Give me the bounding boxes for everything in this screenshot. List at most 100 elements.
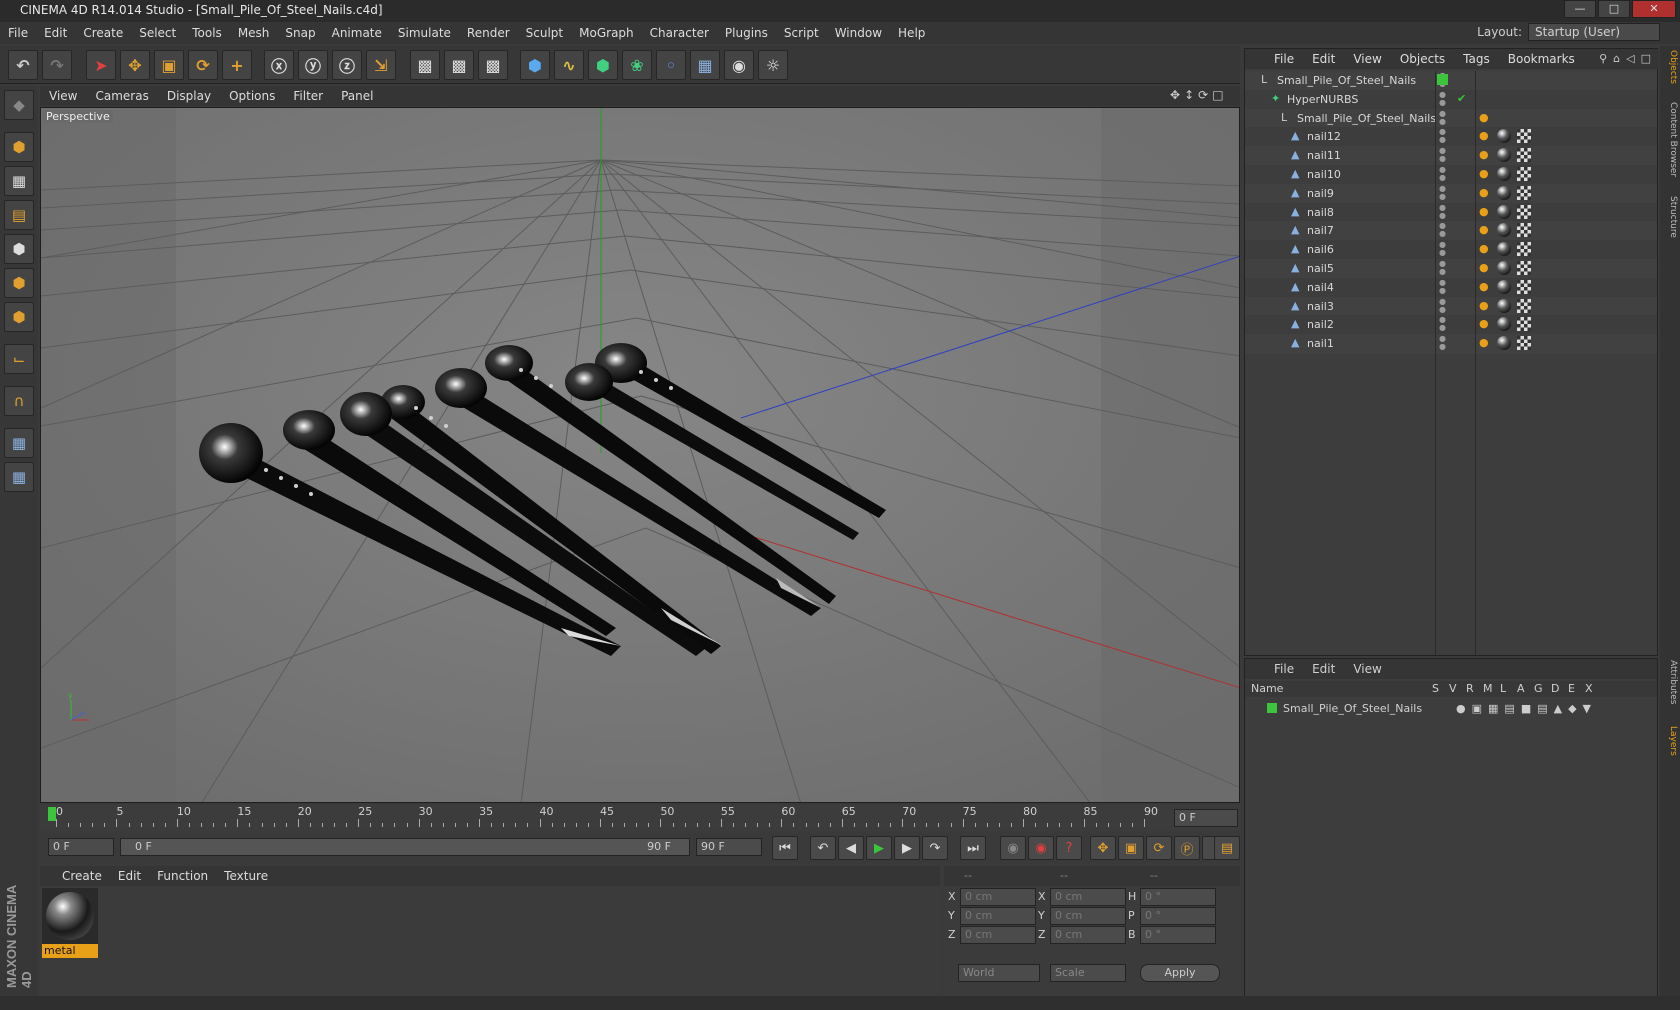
polygons-mode-icon[interactable]: ⬢ (4, 302, 34, 332)
camera-icon[interactable]: ◉ (724, 50, 754, 80)
menu-item-mesh[interactable]: Mesh (230, 26, 278, 40)
menu-item-help[interactable]: Help (890, 26, 933, 40)
coord-value-field[interactable]: 0 cm (960, 926, 1036, 944)
tab-attributes[interactable]: Attributes (1662, 660, 1678, 704)
preview-range-slider[interactable]: 0 F 90 F (120, 838, 690, 856)
keyframe-selection-icon[interactable]: ? (1056, 836, 1082, 860)
object-menu-file[interactable]: File (1265, 52, 1303, 66)
object-row[interactable]: L Small_Pile_Of_Steel_Nails ● ● ● (1245, 108, 1657, 129)
material-menu-edit[interactable]: Edit (110, 869, 149, 883)
tab-structure[interactable]: Structure (1662, 196, 1678, 238)
phong-tag-icon[interactable]: ● (1479, 261, 1489, 274)
phong-tag-icon[interactable]: ● (1479, 167, 1489, 180)
maximize-button[interactable]: □ (1598, 0, 1630, 18)
workplane-icon[interactable]: ▤ (4, 200, 34, 230)
previous-key-icon[interactable]: ↶ (810, 836, 836, 860)
spline-icon[interactable]: ∿ (554, 50, 584, 80)
menu-item-file[interactable]: File (0, 26, 36, 40)
material-tag-icon[interactable] (1497, 261, 1511, 275)
layer-menu-view[interactable]: View (1344, 662, 1390, 676)
material-tag-icon[interactable] (1497, 242, 1511, 257)
visibility-dots-icon[interactable]: ●● (1439, 166, 1446, 182)
key-rotation-icon[interactable]: ⟳ (1146, 836, 1172, 860)
phong-tag-icon[interactable]: ● (1479, 148, 1489, 161)
coord-value-field[interactable]: 0 cm (1050, 926, 1126, 944)
start-frame-field[interactable]: 0 F (48, 838, 114, 856)
visibility-dots-icon[interactable]: ●● (1439, 203, 1446, 220)
autokey-icon[interactable]: ◉ (1028, 836, 1054, 860)
x-axis-lock-icon[interactable]: ⓧ (264, 50, 294, 80)
object-menu-tags[interactable]: Tags (1454, 52, 1499, 66)
layer-menu-edit[interactable]: Edit (1303, 662, 1344, 676)
close-button[interactable]: ✕ (1632, 0, 1676, 18)
menu-item-window[interactable]: Window (827, 26, 890, 40)
visibility-dots-icon[interactable]: ●● (1439, 260, 1446, 276)
uvw-tag-icon[interactable] (1517, 185, 1531, 200)
phong-tag-icon[interactable]: ● (1479, 186, 1489, 199)
next-key-icon[interactable]: ↷ (922, 836, 948, 860)
scene-canvas[interactable]: y (41, 108, 1240, 803)
object-row[interactable]: ▲ nail6 ● ● ● (1245, 240, 1657, 261)
object-row[interactable]: ▲ nail10 ● ● ● (1245, 165, 1657, 185)
perspective-viewport[interactable]: y Perspective (40, 107, 1240, 803)
render-settings-icon[interactable]: ▩ (478, 50, 508, 80)
material-tag-icon[interactable] (1497, 223, 1511, 238)
coord-value-field[interactable]: 0 cm (960, 907, 1036, 925)
coord-value-field[interactable]: 0 ° (1140, 926, 1216, 944)
previous-frame-icon[interactable]: ◀ (838, 836, 864, 860)
pan-icon[interactable]: ✥ (1170, 88, 1180, 102)
viewport-menu-display[interactable]: Display (158, 89, 220, 103)
phong-tag-icon[interactable]: ● (1479, 299, 1489, 312)
material-tag-icon[interactable] (1497, 317, 1511, 332)
object-row[interactable]: ▲ nail11 ● ● ● (1245, 146, 1657, 167)
phong-tag-icon[interactable]: ● (1479, 111, 1489, 124)
phong-tag-icon[interactable]: ● (1479, 205, 1489, 218)
search-icon[interactable]: ⚲ (1599, 52, 1607, 65)
uvw-tag-icon[interactable] (1517, 298, 1531, 313)
move-icon[interactable]: ✥ (120, 50, 150, 80)
object-row[interactable]: ▲ nail7 ● ● ● (1245, 221, 1657, 242)
object-menu-view[interactable]: View (1344, 52, 1390, 66)
material-menu-texture[interactable]: Texture (216, 869, 276, 883)
nurbs-icon[interactable]: ⬢ (588, 50, 618, 80)
material-swatch[interactable]: metal (42, 888, 98, 960)
coord-mode-dropdown[interactable]: Scale (1050, 964, 1126, 982)
layer-flag-icons[interactable]: ●▣▦▤■▤▲◆▼ (1456, 702, 1597, 715)
menu-item-simulate[interactable]: Simulate (390, 26, 459, 40)
material-tag-icon[interactable] (1497, 167, 1511, 181)
visibility-dots-icon[interactable]: ●● (1439, 335, 1446, 351)
dolly-icon[interactable]: ↕ (1184, 88, 1194, 102)
phong-tag-icon[interactable]: ● (1479, 223, 1489, 236)
uvw-tag-icon[interactable] (1517, 167, 1531, 181)
phong-tag-icon[interactable]: ● (1479, 280, 1489, 293)
layer-row[interactable]: Small_Pile_Of_Steel_Nails ●▣▦▤■▤▲◆▼ (1245, 699, 1657, 717)
undo-icon[interactable]: ↶ (8, 50, 38, 80)
key-scale-icon[interactable]: ▣ (1118, 836, 1144, 860)
end-frame-field[interactable]: 90 F (696, 838, 762, 856)
uvw-tag-icon[interactable] (1517, 129, 1531, 144)
maximize-view-icon[interactable]: □ (1212, 88, 1223, 102)
visibility-dots-icon[interactable]: ●● (1439, 147, 1446, 163)
coordinate-system-icon[interactable]: ⇲ (366, 50, 396, 80)
coord-value-field[interactable]: 0 cm (1050, 888, 1126, 906)
timeline-window-icon[interactable]: ▤ (1214, 836, 1240, 860)
object-row[interactable]: LSmall_Pile_Of_Steel_Nails●● (1245, 71, 1657, 91)
z-axis-lock-icon[interactable]: ⓩ (332, 50, 362, 80)
record-keys-icon[interactable]: ◉ (1000, 836, 1026, 860)
menu-item-snap[interactable]: Snap (277, 26, 323, 40)
cube-icon[interactable]: ⬢ (520, 50, 550, 80)
back-icon[interactable]: ◁ (1626, 52, 1634, 65)
visibility-dots-icon[interactable]: ●● (1439, 128, 1446, 144)
uvw-tag-icon[interactable] (1517, 223, 1531, 238)
menu-item-sculpt[interactable]: Sculpt (518, 26, 571, 40)
make-editable-icon[interactable]: ◆ (4, 90, 34, 120)
object-row[interactable]: ▲ nail9 ● ● ● (1245, 183, 1657, 204)
render-picture-viewer-icon[interactable]: ▩ (444, 50, 474, 80)
current-frame-field[interactable]: 0 F (1174, 809, 1238, 827)
uvw-tag-icon[interactable] (1517, 317, 1531, 332)
coord-value-field[interactable]: 0 cm (960, 888, 1036, 906)
phong-tag-icon[interactable]: ● (1479, 129, 1489, 142)
object-row[interactable]: ▲ nail2 ● ● ● (1245, 315, 1657, 336)
object-row[interactable]: ▲ nail8 ● ● ● (1245, 202, 1657, 223)
redo-icon[interactable]: ↷ (42, 50, 72, 80)
